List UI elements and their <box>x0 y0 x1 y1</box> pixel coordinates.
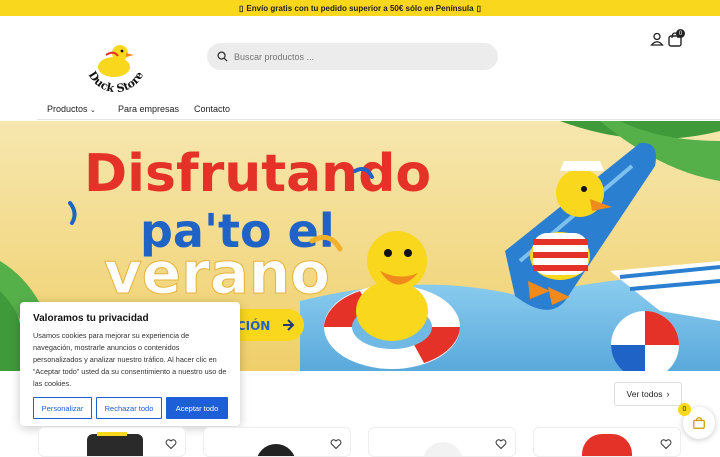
user-account-icon[interactable] <box>650 32 664 46</box>
nav-item-productos[interactable]: Productos ⌄ <box>47 104 96 114</box>
site-header: duckstore Duck Store <box>0 10 720 100</box>
hero-line1: Disfrutando <box>84 144 431 204</box>
search-bar[interactable] <box>207 43 498 70</box>
product-image <box>256 444 296 456</box>
product-card[interactable] <box>368 427 516 457</box>
announcement-text: Envío gratis con tu pedido superior a 50… <box>246 3 474 13</box>
heart-icon[interactable] <box>330 438 342 450</box>
product-image <box>582 434 632 456</box>
chevron-down-icon: ⌄ <box>90 107 96 114</box>
heart-icon[interactable] <box>165 438 177 450</box>
cart-count-badge: 0 <box>676 29 685 38</box>
product-card[interactable] <box>203 427 351 457</box>
reject-all-button[interactable]: Rechazar todo <box>96 397 162 419</box>
nav-item-para-empresas[interactable]: Para empresas <box>118 104 179 114</box>
product-card[interactable] <box>533 427 681 457</box>
cookie-body: Usamos cookies para mejorar su experienc… <box>33 331 227 388</box>
announcement-bar: ▯ Envío gratis con tu pedido superior a … <box>0 0 720 16</box>
heart-icon[interactable] <box>660 438 672 450</box>
truck-icon: ▯ <box>476 3 481 13</box>
site-logo[interactable]: duckstore Duck Store <box>78 10 154 96</box>
truck-icon: ▯ <box>239 3 244 13</box>
floating-cart-count: 0 <box>678 403 691 416</box>
search-icon <box>217 51 228 62</box>
view-all-button[interactable]: Ver todos › <box>614 382 682 406</box>
heart-icon[interactable] <box>495 438 507 450</box>
arrow-right-icon: › <box>666 389 670 399</box>
nav-item-contacto[interactable]: Contacto <box>194 104 230 114</box>
view-all-label: Ver todos <box>626 389 663 399</box>
cookie-consent-dialog: Valoramos tu privacidad Usamos cookies p… <box>20 302 240 426</box>
nav-divider <box>37 119 720 120</box>
customize-button[interactable]: Personalizar <box>33 397 92 419</box>
cookie-buttons: Personalizar Rechazar todo Aceptar todo <box>33 397 228 419</box>
accept-all-button[interactable]: Aceptar todo <box>166 397 228 419</box>
search-input[interactable] <box>234 51 474 62</box>
nav-item-label: Productos <box>47 104 88 114</box>
logo-text-top: duckstore <box>78 20 139 23</box>
cookie-title: Valoramos tu privacidad <box>33 313 149 324</box>
shopping-basket-icon <box>693 417 705 429</box>
product-card[interactable] <box>38 427 186 457</box>
rubber-duck-logo: duckstore Duck Store <box>78 10 152 95</box>
product-image <box>87 434 143 456</box>
hero-line3: verano <box>104 239 330 307</box>
main-nav <box>0 100 720 120</box>
